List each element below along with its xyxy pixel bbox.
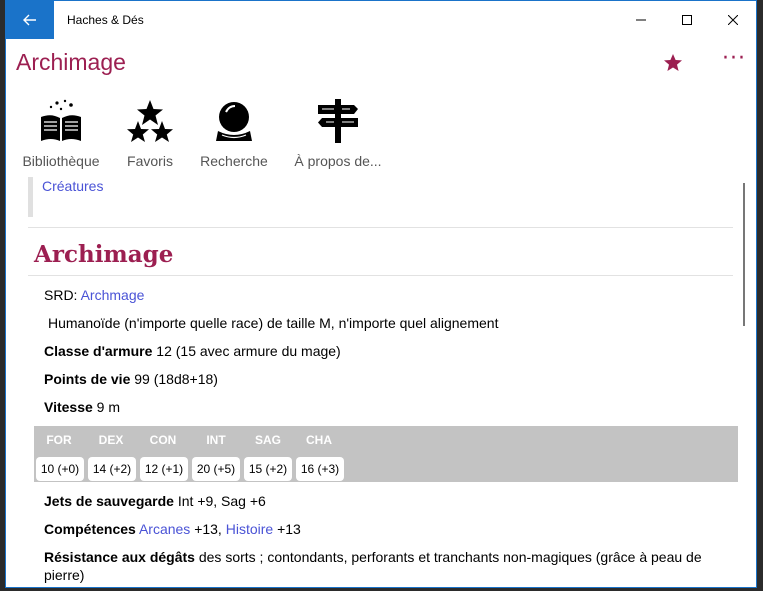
back-arrow-icon <box>23 14 36 26</box>
more-options-button[interactable]: ··· <box>716 48 752 77</box>
type-line: Humanoïde (n'importe quelle race) de tai… <box>48 315 499 331</box>
scrollbar-thumb[interactable] <box>743 183 745 326</box>
title-bar: Haches & Dés <box>6 1 756 39</box>
ability-value-con: 12 (+1) <box>140 457 188 481</box>
saving-throws-label: Jets de sauvegarde <box>44 493 174 509</box>
srd-link[interactable]: Archmage <box>81 287 145 303</box>
skills-line: Compétences Arcanes +13, Histoire +13 <box>44 521 301 537</box>
star-icon <box>664 54 682 71</box>
armor-class-value: 12 (15 avec armure du mage) <box>156 343 341 359</box>
divider <box>28 275 733 276</box>
skill-link-histoire[interactable]: Histoire <box>226 521 273 537</box>
nav-label-search: Recherche <box>200 153 268 169</box>
hit-points-label: Points de vie <box>44 371 131 387</box>
saving-throws-line: Jets de sauvegarde Int +9, Sag +6 <box>44 493 266 509</box>
ability-value-cha: 16 (+3) <box>296 457 344 481</box>
breadcrumb <box>28 177 728 217</box>
page-title: Archimage <box>16 49 126 75</box>
ability-value-int: 20 (+5) <box>192 457 240 481</box>
armor-class-label: Classe d'armure <box>44 343 153 359</box>
damage-resistance-value: des sorts ; contondants, perforants et t… <box>198 549 702 565</box>
damage-resistance-label: Résistance aux dégâts <box>44 549 195 565</box>
ability-header-sag: SAG <box>254 433 281 447</box>
nav-item-library[interactable]: Bibliothèque <box>18 97 104 169</box>
speed-value: 9 m <box>96 399 121 415</box>
ability-value-dex: 14 (+2) <box>88 457 136 481</box>
damage-resistance-continuation: pierre) <box>44 567 85 583</box>
skill-bonus-arcanes: +13, <box>194 521 222 537</box>
nav-label-about: À propos de... <box>294 153 382 169</box>
skill-bonus-histoire: +13 <box>277 521 301 537</box>
skills-label: Compétences <box>44 521 136 537</box>
divider <box>28 227 733 228</box>
minimize-button[interactable] <box>618 1 664 39</box>
ability-value-sag: 15 (+2) <box>244 457 292 481</box>
nav-item-search[interactable]: Recherche <box>196 97 272 169</box>
ability-header-con: CON <box>149 433 177 447</box>
armor-class-line: Classe d'armure 12 (15 avec armure du ma… <box>44 343 341 359</box>
signpost-icon <box>318 99 358 143</box>
ability-header-for: FOR <box>46 433 72 447</box>
speed-label: Vitesse <box>44 399 93 415</box>
ability-value-for: 10 (+0) <box>36 457 84 481</box>
close-icon <box>728 15 738 25</box>
ability-header-dex: DEX <box>98 433 124 447</box>
creature-heading: Archimage <box>34 241 174 268</box>
srd-line: SRD: Archmage <box>44 287 144 303</box>
ability-header-int: INT <box>206 433 226 447</box>
hit-points-line: Points de vie 99 (18d8+18) <box>44 371 218 387</box>
maximize-button[interactable] <box>664 1 710 39</box>
favorite-button[interactable] <box>663 53 687 77</box>
hit-points-value: 99 (18d8+18) <box>134 371 218 387</box>
stars-icon <box>127 100 173 142</box>
crystal-ball-icon <box>216 102 252 141</box>
nav-item-favorites[interactable]: Favoris <box>120 97 180 169</box>
nav-item-about[interactable]: À propos de... <box>288 97 388 169</box>
close-button[interactable] <box>710 1 756 39</box>
minimize-icon <box>636 19 646 21</box>
ability-scores-table: FOR DEX CON INT SAG CHA 10 (+0) 14 (+2) … <box>34 426 738 482</box>
damage-resistance-line: Résistance aux dégâts des sorts ; conton… <box>44 549 702 565</box>
ability-header-cha: CHA <box>306 433 332 447</box>
breadcrumb-link-creatures[interactable]: Créatures <box>42 178 103 194</box>
content-area: Créatures Archimage SRD: Archmage Humano… <box>28 171 738 587</box>
skill-link-arcanes[interactable]: Arcanes <box>139 521 190 537</box>
nav-label-favorites: Favoris <box>127 153 173 169</box>
app-window: Haches & Dés Archimage ··· Bibliothèque <box>5 0 757 588</box>
srd-label: SRD: <box>44 287 78 303</box>
saving-throws-value: Int +9, Sag +6 <box>177 493 266 509</box>
speed-line: Vitesse 9 m <box>44 399 120 415</box>
app-title: Haches & Dés <box>67 13 144 27</box>
back-button[interactable] <box>6 1 54 39</box>
maximize-icon <box>682 15 692 25</box>
library-book-icon <box>41 99 81 141</box>
nav-label-library: Bibliothèque <box>22 153 100 169</box>
